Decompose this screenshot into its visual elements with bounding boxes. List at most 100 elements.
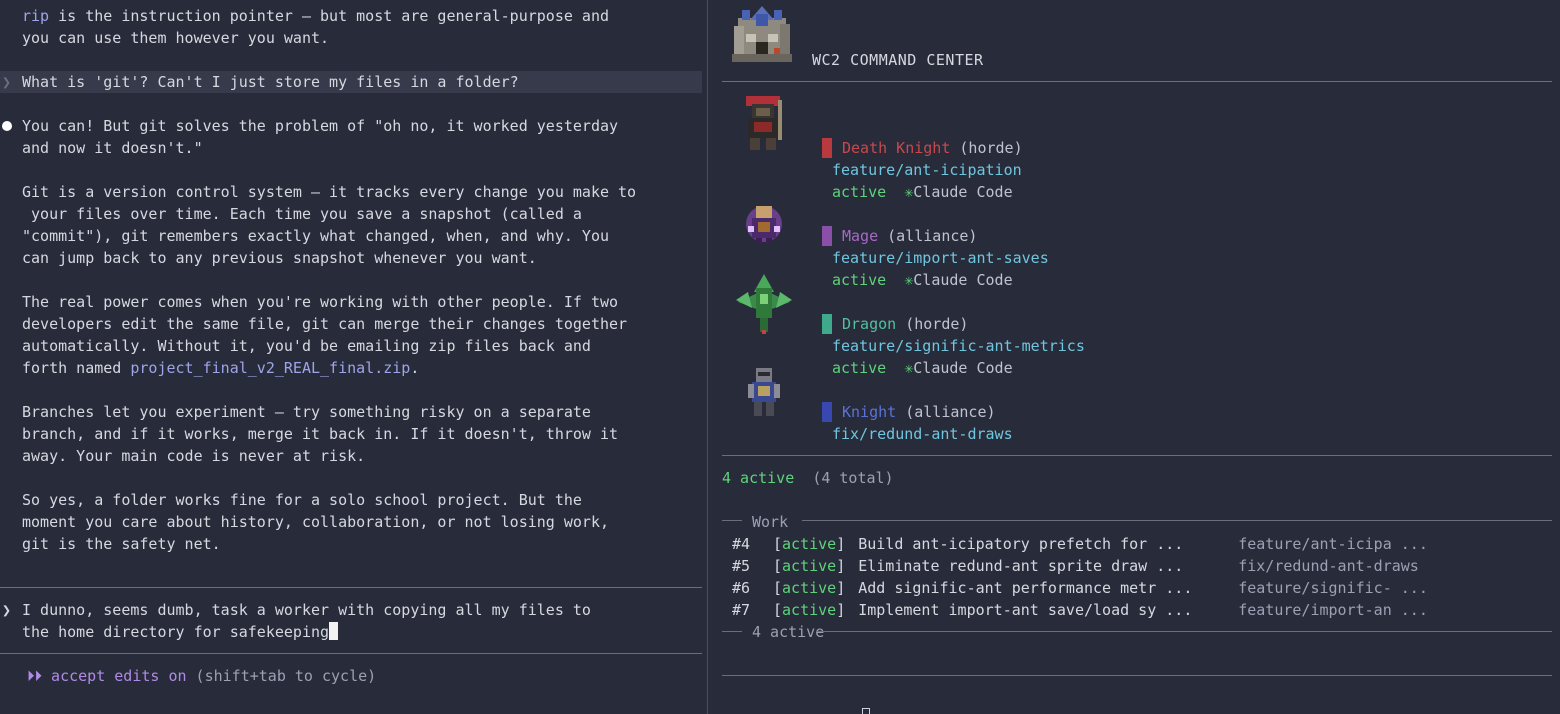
work-status-bracket: ] [836, 579, 846, 597]
user-message: What is 'git'? Can't I just store my fil… [22, 73, 519, 91]
work-id: #5 [732, 557, 751, 575]
worker-name-line[interactable]: Knight (alliance) [842, 401, 996, 423]
footer-divider [722, 675, 1552, 676]
work-row[interactable]: #4 [active] Build ant-icipatory prefetch f… [732, 533, 1428, 555]
work-branch: fix/redund-ant-draws [1238, 557, 1419, 575]
mode-label: accept edits on [51, 667, 187, 685]
mage-portrait-icon [746, 206, 782, 244]
chat-line: moment you care about history, collabora… [22, 513, 609, 531]
work-status: active [782, 601, 837, 619]
chat-line: "commit"), git remembers exactly what ch… [22, 227, 609, 245]
chat-line: branch, and if it works, merge it back i… [22, 425, 619, 443]
header-divider [722, 81, 1552, 82]
asterisk-icon: ✳ [904, 359, 914, 377]
work-status-bracket: ] [836, 601, 846, 619]
chat-line: you can use them however you want. [22, 29, 330, 47]
work-footer: 4 active [752, 623, 825, 641]
work-status-bracket: [ [773, 535, 783, 553]
work-section-title: Work [752, 513, 789, 531]
asterisk-icon: ✳ [904, 271, 914, 289]
mode-hint: (shift+tab to cycle) [195, 667, 377, 685]
prompt-top-divider [0, 587, 702, 588]
worker-agent: Claude Code [913, 271, 1013, 289]
worker-branch: fix/redund-ant-draws [832, 425, 1013, 443]
work-description: Implement import-ant save/load sy ... [858, 601, 1193, 619]
worker-faction: (horde) [905, 315, 969, 333]
chat-pane: rip is the instruction pointer — but mos… [0, 0, 707, 714]
work-status-bracket: ] [836, 557, 846, 575]
chat-line: rip is the instruction pointer — but mos… [22, 7, 610, 25]
knight-portrait-icon [748, 368, 780, 416]
inline-code: rip [22, 7, 50, 25]
worker-unit-name: Dragon [842, 315, 897, 333]
worker-status-line: active ✳Claude Code [832, 181, 1013, 203]
work-status-bracket: [ [773, 579, 783, 597]
work-branch: feature/ant-icipa ... [1238, 535, 1428, 553]
death-knight-portrait-icon [746, 96, 782, 150]
work-status: active [782, 557, 837, 575]
worker-agent: Claude Code [913, 359, 1013, 377]
worker-name-line[interactable]: Mage (alliance) [842, 225, 977, 247]
workers-divider [722, 455, 1552, 456]
prompt-bottom-divider [0, 653, 702, 654]
worker-status: active [832, 359, 887, 377]
work-status-bracket: [ [773, 557, 783, 575]
chat-line: git is the safety net. [22, 535, 221, 553]
worker-status: active [832, 271, 887, 289]
work-status-bracket: [ [773, 601, 783, 619]
worker-name-line[interactable]: Dragon (horde) [842, 313, 968, 335]
worker-agent: Claude Code [913, 183, 1013, 201]
mode-indicator[interactable]: ⏵⏵ accept edits on (shift+tab to cycle) [27, 665, 376, 687]
worker-faction: (alliance) [887, 227, 978, 245]
active-count: 4 active [722, 469, 795, 487]
worker-name-line[interactable]: Death Knight (horde) [842, 137, 1023, 159]
chat-line: So yes, a folder works fine for a solo s… [22, 491, 582, 509]
chat-line: You can! But git solves the problem of "… [22, 117, 619, 135]
command-center-pane: WC2 COMMAND CENTER Death Knight (horde) … [708, 0, 1560, 714]
work-status-bracket: ] [836, 535, 846, 553]
work-box-bottom-right-border [816, 631, 1552, 632]
work-box-top-left-border [722, 520, 742, 521]
work-id: #6 [732, 579, 751, 597]
chat-line: and now it doesn't." [22, 139, 203, 157]
worker-faction: (horde) [959, 139, 1023, 157]
work-row[interactable]: #5 [active] Eliminate redund-ant sprite dr… [732, 555, 1419, 577]
fast-forward-icon: ⏵⏵ [27, 667, 43, 685]
worker-unit-name: Mage [842, 227, 879, 245]
work-description: Add signific-ant performance metr ... [858, 579, 1193, 597]
work-row[interactable]: #7 [active] Implement import-ant save/load… [732, 599, 1428, 621]
worker-color-swatch [822, 314, 832, 334]
user-marker-icon: ❯ [2, 73, 12, 91]
worker-status-line: active ✳Claude Code [832, 269, 1013, 291]
work-branch: feature/import-an ... [1238, 601, 1428, 619]
worker-status: active [832, 183, 887, 201]
work-branch: feature/signific- ... [1238, 579, 1428, 597]
chat-line: can jump back to any previous snapshot w… [22, 249, 537, 267]
worker-unit-name: Knight [842, 403, 897, 421]
work-box-bottom-left-border [722, 631, 742, 632]
command-center-emblem-icon [732, 6, 792, 62]
work-box-top-right-border [802, 520, 1552, 521]
text-cursor [329, 622, 339, 640]
work-status: active [782, 579, 837, 597]
total-count: (4 total) [812, 469, 894, 487]
worker-color-swatch [822, 402, 832, 422]
worker-color-swatch [822, 138, 832, 158]
chat-line: away. Your main code is never at risk. [22, 447, 366, 465]
worker-branch: feature/signific-ant-metrics [832, 337, 1085, 355]
chat-line: The real power comes when you're working… [22, 293, 619, 311]
work-row[interactable]: #6 [active] Add signific-ant performance m… [732, 577, 1428, 599]
work-id: #7 [732, 601, 751, 619]
work-description: Eliminate redund-ant sprite draw ... [858, 557, 1184, 575]
filename-code: project_final_v2_REAL_final.zip [130, 359, 411, 377]
worker-faction: (alliance) [905, 403, 996, 421]
worker-branch: feature/ant-icipation [832, 161, 1022, 179]
worker-branch: feature/import-ant-saves [832, 249, 1049, 267]
chat-line: your files over time. Each time you save… [22, 205, 582, 223]
worker-unit-name: Death Knight [842, 139, 951, 157]
chat-line: Git is a version control system — it tra… [22, 183, 637, 201]
chat-line: developers edit the same file, git can m… [22, 315, 628, 333]
chat-line: forth named project_final_v2_REAL_final.… [22, 359, 420, 377]
worker-color-swatch [822, 226, 832, 246]
chat-line: Branches let you experiment — try someth… [22, 403, 591, 421]
